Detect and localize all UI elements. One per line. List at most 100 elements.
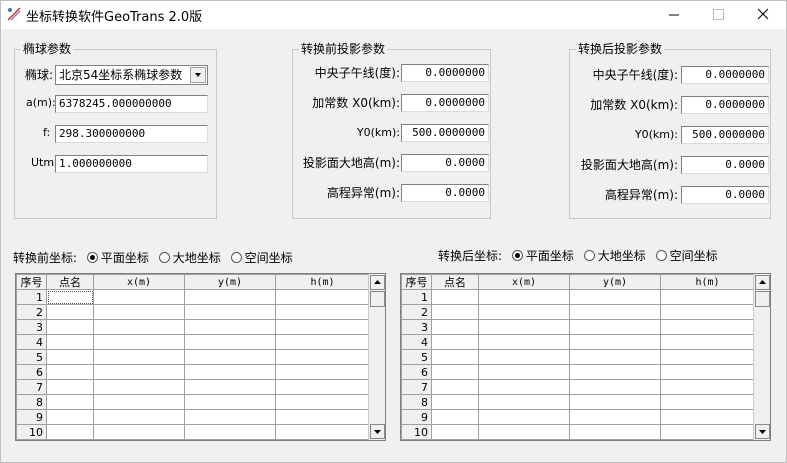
point-name-cell[interactable]: [431, 409, 479, 425]
h-cell[interactable]: [660, 409, 755, 425]
h-cell[interactable]: [275, 319, 370, 335]
x-cell[interactable]: [93, 379, 185, 395]
y-cell[interactable]: [569, 364, 661, 380]
table-row[interactable]: 9: [16, 409, 370, 425]
x-cell[interactable]: [93, 319, 185, 335]
x-cell[interactable]: [478, 364, 570, 380]
y-cell[interactable]: [569, 304, 661, 320]
table-row[interactable]: 7: [401, 379, 755, 395]
before-radio-spatial[interactable]: [230, 252, 242, 263]
x-cell[interactable]: [93, 364, 185, 380]
after-coordinates-grid[interactable]: 序号 点名 x(m) y(m) h(m) 1 2 3 4 5 6 7 8 9 10: [400, 273, 771, 441]
before-radio-geodetic-label[interactable]: 大地坐标: [173, 251, 221, 265]
table-row[interactable]: 4: [401, 334, 755, 350]
x-cell[interactable]: [93, 394, 185, 410]
after-radio-spatial[interactable]: [655, 250, 667, 261]
point-name-cell[interactable]: [431, 319, 479, 335]
y-cell[interactable]: [569, 334, 661, 350]
y-cell[interactable]: [569, 319, 661, 335]
point-name-cell[interactable]: [431, 364, 479, 380]
col-header-h[interactable]: h(m): [660, 274, 755, 290]
y-cell[interactable]: [184, 379, 276, 395]
x-cell[interactable]: [93, 424, 185, 440]
dropdown-arrow[interactable]: [190, 67, 206, 83]
before-grid-scrollbar[interactable]: [368, 274, 385, 440]
after-y0-field[interactable]: 500.0000000: [681, 126, 769, 144]
h-cell[interactable]: [275, 304, 370, 320]
h-cell[interactable]: [660, 304, 755, 320]
table-row[interactable]: 3: [401, 319, 755, 335]
before-anomaly-field[interactable]: 0.0000: [401, 184, 489, 202]
x-cell[interactable]: [478, 394, 570, 410]
point-name-cell[interactable]: [46, 319, 94, 335]
point-name-cell[interactable]: [46, 424, 94, 440]
x-cell[interactable]: [478, 319, 570, 335]
before-height-field[interactable]: 0.0000: [401, 154, 489, 172]
scroll-down-button[interactable]: [370, 424, 385, 439]
col-header-x[interactable]: x(m): [478, 274, 570, 290]
col-header-y[interactable]: y(m): [569, 274, 661, 290]
table-row[interactable]: 5: [401, 349, 755, 365]
y-cell[interactable]: [184, 319, 276, 335]
ellipsoid-select[interactable]: 北京54坐标系椭球参数: [55, 65, 208, 85]
utm-field[interactable]: 1.000000000: [55, 155, 208, 173]
table-row[interactable]: 8: [401, 394, 755, 410]
h-cell[interactable]: [660, 364, 755, 380]
point-name-cell[interactable]: [431, 289, 479, 305]
after-central-meridian-field[interactable]: 0.0000000: [681, 66, 769, 84]
before-coordinates-grid[interactable]: 序号 点名 x(m) y(m) h(m) 1 2 3 4 5 6 7 8 9 10: [15, 273, 386, 441]
y-cell[interactable]: [184, 289, 276, 305]
y-cell[interactable]: [569, 289, 661, 305]
after-radio-geodetic[interactable]: [583, 250, 595, 261]
f-field[interactable]: 298.300000000: [55, 125, 208, 143]
h-cell[interactable]: [660, 379, 755, 395]
y-cell[interactable]: [569, 379, 661, 395]
before-radio-plane[interactable]: [86, 252, 98, 263]
y-cell[interactable]: [184, 364, 276, 380]
scroll-up-button[interactable]: [370, 275, 385, 290]
table-row[interactable]: 2: [401, 304, 755, 320]
col-header-name[interactable]: 点名: [46, 274, 94, 290]
before-central-meridian-field[interactable]: 0.0000000: [401, 64, 489, 82]
point-name-cell[interactable]: [431, 304, 479, 320]
x-cell[interactable]: [93, 409, 185, 425]
x-cell[interactable]: [478, 304, 570, 320]
close-button[interactable]: [740, 1, 786, 29]
x-cell[interactable]: [93, 304, 185, 320]
col-header-x[interactable]: x(m): [93, 274, 185, 290]
table-row[interactable]: 10: [16, 424, 370, 440]
a-field[interactable]: 6378245.000000000: [55, 95, 208, 113]
table-row[interactable]: 6: [401, 364, 755, 380]
x-cell[interactable]: [478, 424, 570, 440]
y-cell[interactable]: [569, 409, 661, 425]
h-cell[interactable]: [660, 334, 755, 350]
h-cell[interactable]: [275, 289, 370, 305]
point-name-cell[interactable]: [46, 379, 94, 395]
point-name-cell[interactable]: [46, 409, 94, 425]
y-cell[interactable]: [569, 424, 661, 440]
h-cell[interactable]: [275, 334, 370, 350]
table-row[interactable]: 8: [16, 394, 370, 410]
y-cell[interactable]: [569, 349, 661, 365]
h-cell[interactable]: [275, 394, 370, 410]
h-cell[interactable]: [275, 424, 370, 440]
table-row[interactable]: 10: [401, 424, 755, 440]
after-height-field[interactable]: 0.0000: [681, 156, 769, 174]
table-row[interactable]: 7: [16, 379, 370, 395]
h-cell[interactable]: [660, 394, 755, 410]
after-grid-scrollbar[interactable]: [753, 274, 770, 440]
y-cell[interactable]: [184, 304, 276, 320]
table-row[interactable]: 4: [16, 334, 370, 350]
y-cell[interactable]: [184, 349, 276, 365]
table-row[interactable]: 5: [16, 349, 370, 365]
table-row[interactable]: 2: [16, 304, 370, 320]
x-cell[interactable]: [93, 289, 185, 305]
point-name-cell[interactable]: [46, 304, 94, 320]
h-cell[interactable]: [660, 349, 755, 365]
h-cell[interactable]: [660, 424, 755, 440]
before-radio-geodetic[interactable]: [158, 252, 170, 263]
table-row[interactable]: 6: [16, 364, 370, 380]
x-cell[interactable]: [478, 289, 570, 305]
table-row[interactable]: 3: [16, 319, 370, 335]
before-radio-plane-label[interactable]: 平面坐标: [101, 251, 149, 265]
